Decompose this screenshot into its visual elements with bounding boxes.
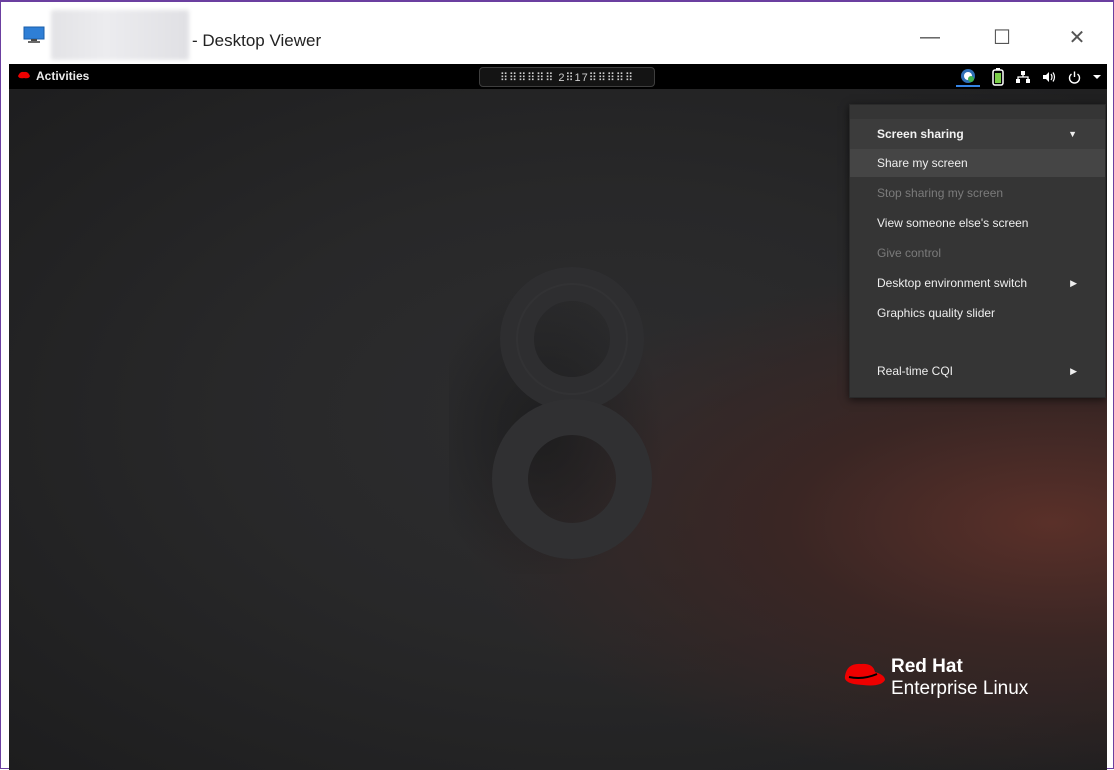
chevron-right-icon: ▶ [1070,277,1077,288]
menu-item-label: View someone else's screen [877,216,1029,230]
desktop-viewer-window: - Desktop Viewer — ☐ ✕ Activities ⠿⠿⠿⠿⠿⠿ [0,0,1114,770]
title-bar[interactable]: - Desktop Viewer — ☐ ✕ [1,2,1113,62]
citrix-workspace-icon[interactable] [956,67,980,87]
chevron-down-icon: ▼ [1068,129,1077,139]
clock[interactable]: ⠿⠿⠿⠿⠿⠿ 2⠿17⠿⠿⠿⠿⠿ [479,67,655,87]
screen-sharing-menu: Screen sharing ▼ Share my screen Stop sh… [849,104,1106,398]
menu-item-real-time-cqi[interactable]: Real-time CQI ▶ [850,357,1105,385]
redhat-branding: Red Hat Enterprise Linux [841,654,1081,714]
clock-text: ⠿⠿⠿⠿⠿⠿ 2⠿17⠿⠿⠿⠿⠿ [499,71,635,84]
redhat-hat-icon [17,69,31,83]
menu-item-give-control: Give control [850,239,1105,267]
remote-desktop[interactable]: Activities ⠿⠿⠿⠿⠿⠿ 2⠿17⠿⠿⠿⠿⠿ Red Hat Ente… [9,64,1107,770]
close-icon: ✕ [1068,26,1086,49]
menu-item-label: Desktop environment switch [877,276,1028,290]
gnome-top-bar: Activities ⠿⠿⠿⠿⠿⠿ 2⠿17⠿⠿⠿⠿⠿ [9,64,1107,89]
brand-line2: Enterprise Linux [891,678,1029,699]
blurred-host-name [51,10,189,60]
rhel8-logo [424,254,679,584]
activities-label: Activities [36,69,90,83]
menu-item-desktop-environment-switch[interactable]: Desktop environment switch ▶ [850,269,1105,297]
menu-item-label: Stop sharing my screen [877,186,1004,200]
desktop-monitor-icon [23,26,45,43]
menu-header-screen-sharing[interactable]: Screen sharing ▼ [850,119,1105,149]
network-icon[interactable] [1016,67,1030,87]
menu-item-label: Graphics quality slider [877,306,996,320]
activities-button[interactable]: Activities [17,69,89,83]
menu-item-stop-sharing: Stop sharing my screen [850,179,1105,207]
menu-header-label: Screen sharing [877,127,964,141]
chevron-right-icon: ▶ [1070,365,1077,376]
minimize-button[interactable]: — [907,22,953,52]
volume-icon[interactable] [1042,67,1056,87]
close-button[interactable]: ✕ [1054,22,1100,52]
chevron-down-icon[interactable] [1093,67,1101,87]
menu-item-label: Share my screen [877,156,968,170]
brand-line1: Red Hat [891,656,963,677]
window-title: - Desktop Viewer [192,31,322,50]
redhat-logo-icon [841,660,887,695]
menu-item-view-someone-screen[interactable]: View someone else's screen [850,209,1105,237]
menu-item-share-my-screen[interactable]: Share my screen [850,149,1105,177]
maximize-icon: ☐ [993,26,1011,49]
maximize-button[interactable]: ☐ [979,22,1025,52]
menu-item-label: Give control [877,246,942,260]
menu-item-label: Real-time CQI [877,364,954,378]
minimize-icon: — [920,25,940,48]
system-tray [956,66,1101,88]
battery-icon[interactable] [992,67,1004,87]
menu-item-graphics-quality-slider[interactable]: Graphics quality slider [850,299,1105,327]
power-icon[interactable] [1068,67,1081,87]
